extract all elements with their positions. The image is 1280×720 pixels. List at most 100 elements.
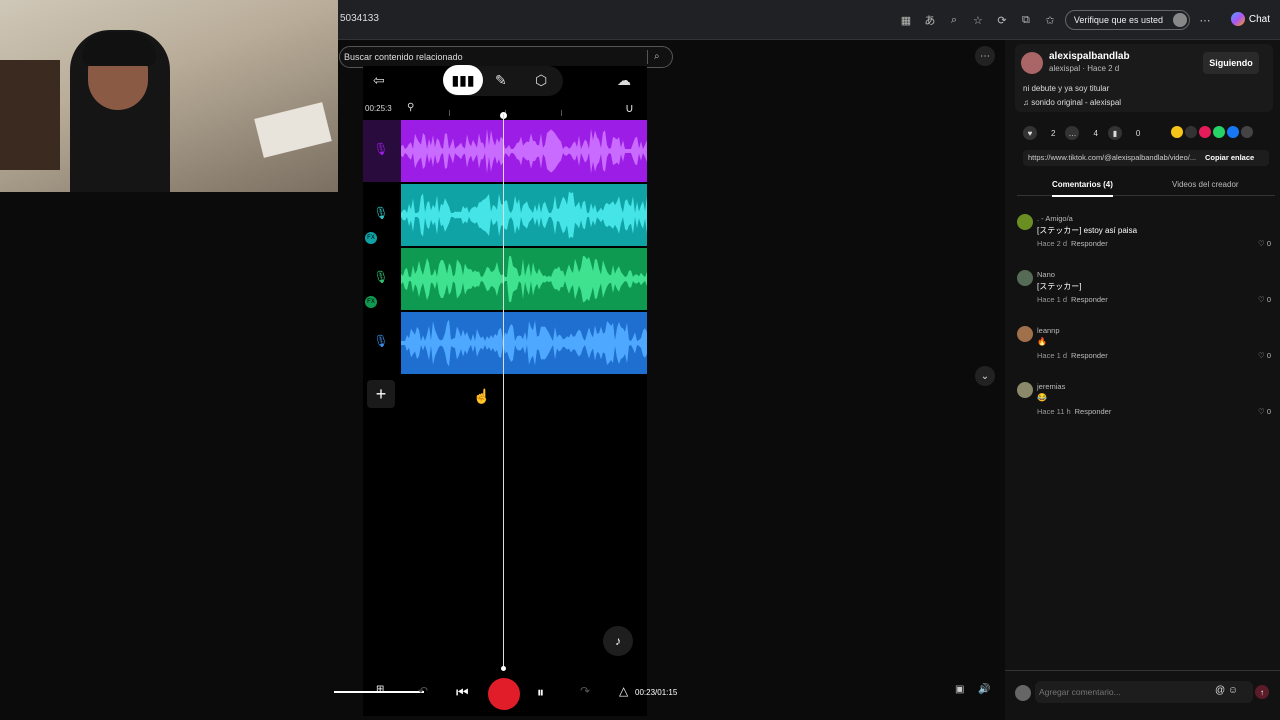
author-name[interactable]: alexispalbandlab (1049, 51, 1130, 62)
track-region[interactable] (401, 120, 647, 182)
reply-button[interactable]: Responder (1071, 239, 1108, 248)
facebook-icon[interactable] (1227, 126, 1239, 138)
transport-bar: ⊞ ↶ ⏮ ⏸ ↷ △ 00:23/01:15 (334, 678, 678, 710)
settings-mode-icon[interactable]: ⬡ (535, 72, 547, 89)
current-time: 00:25:3 (365, 104, 392, 113)
track-region[interactable] (401, 184, 647, 246)
comment-like[interactable]: ♡ 0 (1258, 295, 1271, 304)
comment-author[interactable]: jeremias (1037, 382, 1065, 391)
fx-icon[interactable]: FX (365, 296, 377, 308)
star-icon[interactable]: ☆ (969, 11, 987, 29)
reply-button[interactable]: Responder (1075, 407, 1112, 416)
address-bar[interactable]: 5034133 (340, 13, 379, 24)
undo-icon[interactable]: ↶ (418, 684, 428, 698)
track-region[interactable] (401, 312, 647, 374)
comment-like-count: 0 (1266, 295, 1271, 304)
browser-toolbar: 5034133 ▦ あ ⌕ ☆ ⟳ ⧉ ✩ Verifique que es u… (338, 0, 1280, 40)
heart-icon[interactable]: ♥ (1023, 126, 1037, 140)
more-icon[interactable]: ⋯ (1196, 11, 1214, 29)
search-icon[interactable]: ⌕ (654, 51, 666, 63)
bandlab-studio: ⇦ ▮▮▮ ✎ ⬡ ☁ 00:25:3 ⚲ ∪ 🎙 🎙 FX 🎙 FX 🎙 + ☝ ♪ (363, 65, 647, 716)
copy-link-button[interactable]: Copiar enlace (1205, 153, 1254, 162)
video-link[interactable]: https://www.tiktok.com/@alexispalbandlab… (1028, 153, 1198, 162)
comment-icon[interactable]: … (1065, 126, 1080, 140)
avatar[interactable] (1017, 382, 1033, 398)
follow-button[interactable]: Siguiendo (1203, 52, 1259, 74)
avatar[interactable] (1017, 326, 1033, 342)
more-options-icon[interactable]: ⋯ (975, 46, 995, 66)
pause-icon[interactable]: ⏸ (537, 684, 544, 701)
related-search-bar[interactable]: Buscar contenido relacionado ⌕ (339, 46, 673, 68)
like-count: 2 (1051, 128, 1056, 138)
track-controls: 🎙 FX (363, 184, 401, 246)
comment-like[interactable]: ♡ 0 (1258, 351, 1271, 360)
reply-button[interactable]: Responder (1071, 351, 1108, 360)
skip-back-icon[interactable]: ⏮ (456, 684, 469, 701)
record-button[interactable] (488, 678, 520, 710)
translate-icon[interactable]: あ (921, 11, 939, 29)
reply-button[interactable]: Responder (1071, 295, 1108, 304)
app-icon[interactable]: ▦ (897, 11, 915, 29)
add-track-button[interactable]: + (367, 380, 395, 408)
upload-cloud-icon[interactable]: ☁ (617, 72, 631, 89)
comment-like[interactable]: ♡ 0 (1258, 239, 1271, 248)
magnet-icon[interactable]: ∪ (625, 101, 634, 115)
mic-icon[interactable]: 🎙 (373, 270, 388, 284)
author-card: alexispalbandlab alexispal · Hace 2 d Si… (1015, 44, 1273, 112)
refresh-icon[interactable]: ⟳ (993, 11, 1011, 29)
send-icon[interactable] (1199, 126, 1211, 138)
embed-icon[interactable] (1185, 126, 1197, 138)
playhead[interactable] (503, 114, 504, 669)
zoom-icon[interactable]: ⌕ (945, 11, 963, 29)
avatar[interactable] (1021, 52, 1043, 74)
comment-meta: Hace 2 d Responder (1037, 239, 1108, 248)
tab-comments[interactable]: Comentarios (4) (1052, 180, 1113, 197)
mic-icon[interactable]: 🎙 (373, 206, 388, 220)
sound-link[interactable]: ♫ sonido original - alexispal (1023, 98, 1121, 107)
mic-icon[interactable]: 🎙 (373, 142, 388, 156)
mic-icon[interactable]: 🎙 (373, 334, 388, 348)
redo-icon[interactable]: ↷ (580, 684, 590, 698)
pen-mode-icon[interactable]: ✎ (495, 72, 507, 89)
chat-button[interactable]: Chat (1230, 12, 1270, 26)
add-instrument-icon[interactable]: ♪ (603, 626, 633, 656)
send-comment-icon[interactable]: ↑ (1255, 685, 1269, 699)
track-controls: 🎙 FX (363, 248, 401, 310)
back-icon[interactable]: ⇦ (373, 72, 385, 89)
volume-icon[interactable]: 🔊 (978, 684, 992, 698)
waveform-mode-icon[interactable]: ▮▮▮ (443, 65, 483, 95)
transport-time: 00:23/01:15 (635, 688, 678, 697)
metronome-icon[interactable]: △ (619, 684, 628, 698)
fx-icon[interactable]: FX (365, 232, 377, 244)
pip-icon[interactable]: ▣ (955, 684, 969, 698)
copilot-icon (1230, 12, 1245, 26)
extension-icon[interactable]: ⧉ (1017, 11, 1035, 29)
mention-emoji-icons[interactable]: @ ☺ (1215, 685, 1238, 696)
bookmark-icon[interactable]: ▮ (1107, 126, 1122, 140)
track-region[interactable] (401, 248, 647, 310)
avatar[interactable] (1017, 214, 1033, 230)
favorites-icon[interactable]: ✩ (1041, 11, 1059, 29)
tools-icon[interactable]: ⚲ (407, 102, 414, 113)
comment-author[interactable]: . - Amigo/a (1037, 214, 1073, 223)
video-link-box: https://www.tiktok.com/@alexispalbandlab… (1023, 150, 1269, 166)
ruler-tick (561, 110, 562, 116)
comment-item: . - Amigo/a [ステッカー] estoy así paisa Hace 2… (1017, 214, 1275, 262)
comment-author[interactable]: leannp (1037, 326, 1060, 335)
verify-button[interactable]: Verifique que es usted (1064, 10, 1190, 30)
waveform (401, 191, 647, 239)
track-controls: 🎙 (363, 120, 401, 182)
comment-compose: @ ☺ ↑ (1005, 670, 1280, 720)
next-video-icon[interactable]: ⌄ (975, 366, 995, 386)
mixer-icon[interactable]: ⊞ (376, 684, 388, 698)
save-count: 0 (1135, 128, 1141, 138)
whatsapp-icon[interactable] (1213, 126, 1225, 138)
comment-meta: Hace 1 d Responder (1037, 295, 1108, 304)
comment-author[interactable]: Nano (1037, 270, 1055, 279)
tab-creator-videos[interactable]: Videos del creador (1172, 180, 1239, 189)
coin-icon[interactable] (1171, 126, 1183, 138)
avatar[interactable] (1017, 270, 1033, 286)
share-arrow-icon[interactable] (1241, 126, 1253, 138)
waveform-shape (401, 255, 647, 303)
comment-like[interactable]: ♡ 0 (1258, 407, 1271, 416)
